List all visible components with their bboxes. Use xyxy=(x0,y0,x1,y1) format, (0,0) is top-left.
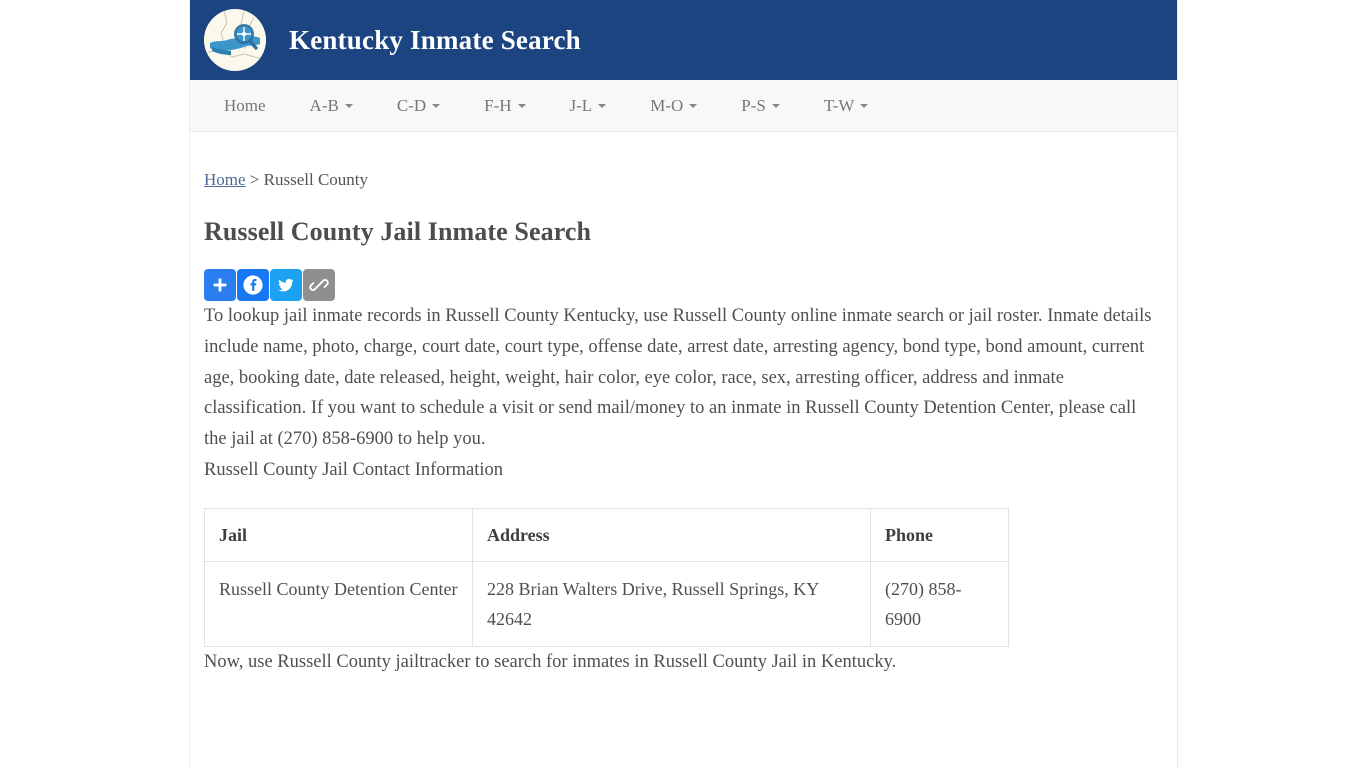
chevron-down-icon xyxy=(432,103,441,108)
nav-item-a-b[interactable]: A-B xyxy=(288,86,375,126)
nav-item-label: F-H xyxy=(484,95,512,115)
nav-item-label: Home xyxy=(224,95,266,115)
chevron-down-icon xyxy=(689,103,698,108)
outro-paragraph: Now, use Russell County jailtracker to s… xyxy=(204,651,897,672)
content-container: Kentucky Inmate Search Home A-B C-D F-H … xyxy=(189,0,1178,768)
nav-item-home[interactable]: Home xyxy=(202,86,288,126)
cell-jail-phone: (270) 858-6900 xyxy=(870,560,1009,647)
table-row: Russell County Detention Center 228 Bria… xyxy=(204,560,1009,647)
nav-item-m-o[interactable]: M-O xyxy=(628,86,719,126)
addthis-share-button[interactable] xyxy=(204,269,236,301)
nav-item-t-w[interactable]: T-W xyxy=(802,86,891,126)
chevron-down-icon xyxy=(344,103,353,108)
page-title: Russell County Jail Inmate Search xyxy=(204,217,592,246)
twitter-icon xyxy=(278,278,294,292)
kentucky-map-magnifier-icon xyxy=(204,9,266,71)
facebook-share-button[interactable] xyxy=(237,269,269,301)
column-header-jail: Jail xyxy=(204,507,473,562)
nav-item-j-l[interactable]: J-L xyxy=(548,86,629,126)
breadcrumb-current: Russell County xyxy=(263,170,369,189)
twitter-share-button[interactable] xyxy=(270,269,302,301)
nav-item-label: T-W xyxy=(823,95,855,115)
breadcrumb: Home > Russell County xyxy=(204,170,1163,190)
nav-item-f-h[interactable]: F-H xyxy=(462,86,547,126)
breadcrumb-separator: > xyxy=(245,170,264,189)
chevron-down-icon xyxy=(771,103,780,108)
breadcrumb-home-link[interactable]: Home xyxy=(204,170,246,189)
main-content: Home > Russell County Russell County Jai… xyxy=(190,170,1177,678)
nav-item-label: M-O xyxy=(650,95,684,115)
cell-jail-address: 228 Brian Walters Drive, Russell Springs… xyxy=(472,560,871,647)
contact-heading: Russell County Jail Contact Information xyxy=(204,459,504,480)
plus-icon xyxy=(213,278,227,292)
column-header-address: Address xyxy=(472,507,871,562)
contact-table: Jail Address Phone Russell County Detent… xyxy=(204,507,1009,647)
main-navigation: Home A-B C-D F-H J-L M-O P-S T-W xyxy=(190,80,1177,132)
copy-link-share-button[interactable] xyxy=(303,269,335,301)
nav-item-label: J-L xyxy=(569,95,593,115)
chain-link-icon xyxy=(309,279,329,291)
column-header-phone: Phone xyxy=(870,507,1009,562)
chevron-down-icon xyxy=(517,103,526,108)
site-header: Kentucky Inmate Search xyxy=(190,0,1177,80)
table-header-row: Jail Address Phone xyxy=(204,507,1009,562)
site-title: Kentucky Inmate Search xyxy=(289,24,581,55)
chevron-down-icon xyxy=(598,103,607,108)
nav-item-label: P-S xyxy=(741,95,766,115)
nav-item-label: C-D xyxy=(396,95,427,115)
nav-item-c-d[interactable]: C-D xyxy=(375,86,462,126)
cell-jail-name: Russell County Detention Center xyxy=(204,560,473,647)
chevron-down-icon xyxy=(860,103,869,108)
share-buttons xyxy=(204,269,1163,301)
facebook-icon xyxy=(243,275,263,295)
nav-item-label: A-B xyxy=(309,95,339,115)
page: Kentucky Inmate Search Home A-B C-D F-H … xyxy=(0,0,1366,768)
intro-paragraph: To lookup jail inmate records in Russell… xyxy=(204,306,1152,450)
nav-item-p-s[interactable]: P-S xyxy=(719,86,802,126)
